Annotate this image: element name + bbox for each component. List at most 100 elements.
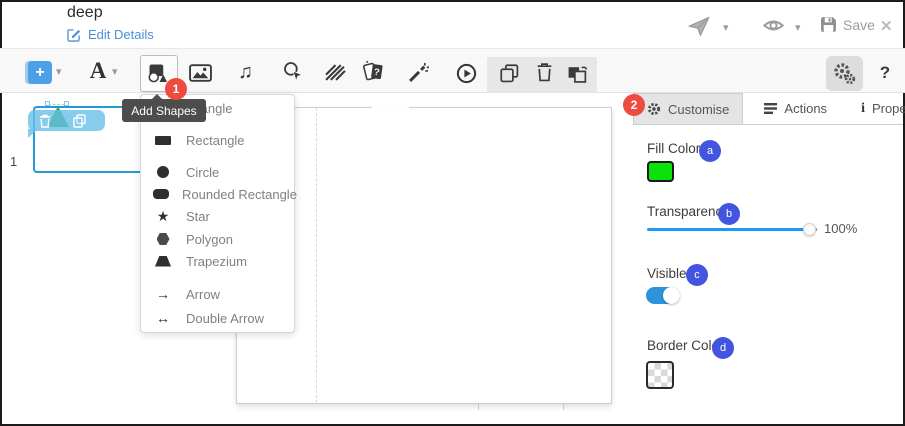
play-icon bbox=[456, 63, 477, 84]
tab-customise[interactable]: Customise bbox=[633, 93, 743, 124]
transparency-slider[interactable] bbox=[647, 223, 817, 236]
slide-number: 1 bbox=[10, 154, 17, 169]
interaction-tool-button[interactable] bbox=[283, 61, 304, 82]
page-title: deep bbox=[67, 4, 103, 22]
publish-caret-icon[interactable]: ▾ bbox=[723, 21, 729, 34]
fill-color-label: Fill Color bbox=[647, 141, 700, 156]
add-slide-button[interactable]: + bbox=[28, 61, 52, 84]
menu-item-rounded-rectangle[interactable]: Rounded Rectangle bbox=[141, 183, 294, 205]
step-badge-1: 1 bbox=[165, 78, 187, 100]
delete-button[interactable] bbox=[536, 62, 553, 82]
annotation-badge-c: c bbox=[686, 264, 708, 286]
duplicate-slide-button[interactable] bbox=[73, 114, 86, 128]
tooltip-text: Add Shapes bbox=[131, 104, 196, 118]
arrow-icon: → bbox=[153, 286, 173, 302]
selection-handle[interactable] bbox=[45, 101, 50, 106]
audio-tool-button[interactable]: ♫ bbox=[238, 61, 253, 84]
toolbar bbox=[0, 48, 905, 93]
save-label: Save bbox=[843, 17, 875, 33]
edit-details-button[interactable]: Edit Details bbox=[67, 27, 154, 42]
add-shapes-tooltip: Add Shapes bbox=[122, 99, 206, 122]
eye-icon bbox=[763, 17, 784, 34]
preview-caret-icon[interactable]: ▾ bbox=[795, 21, 801, 34]
gear-icon bbox=[647, 102, 661, 116]
tab-actions[interactable]: Actions bbox=[751, 93, 840, 124]
polygon-icon bbox=[153, 233, 173, 245]
annotation-badge-b: b bbox=[718, 203, 740, 225]
circle-icon bbox=[153, 166, 173, 178]
layers-icon bbox=[567, 63, 588, 83]
settings-button[interactable] bbox=[826, 56, 863, 91]
plus-icon: + bbox=[35, 64, 44, 82]
selection-handle[interactable] bbox=[64, 101, 69, 106]
delete-slide-button[interactable] bbox=[39, 114, 51, 128]
menu-item-arrow[interactable]: → Arrow bbox=[141, 283, 294, 305]
help-button[interactable]: ? bbox=[875, 61, 895, 85]
step-badge-2: 2 bbox=[623, 94, 645, 116]
close-button[interactable]: ✕ bbox=[880, 17, 893, 35]
menu-item-polygon[interactable]: Polygon bbox=[141, 228, 294, 250]
toggle-knob bbox=[663, 287, 680, 304]
transparency-label: Transparency bbox=[647, 204, 729, 219]
border-color-swatch[interactable] bbox=[646, 361, 674, 389]
duplicate-button[interactable] bbox=[500, 64, 519, 83]
save-icon bbox=[820, 16, 837, 33]
help-label: ? bbox=[880, 63, 890, 83]
trapezium-icon bbox=[153, 256, 173, 267]
menu-item-circle[interactable]: Circle bbox=[141, 161, 294, 183]
magic-tool-button[interactable] bbox=[408, 62, 429, 83]
annotation-badge-d: d bbox=[712, 337, 734, 359]
info-icon: i bbox=[861, 101, 865, 117]
star-icon: ★ bbox=[153, 208, 173, 225]
question-cards-icon: ? bbox=[363, 61, 386, 82]
slider-handle[interactable] bbox=[803, 223, 816, 236]
scribble-tool-button[interactable] bbox=[325, 64, 346, 81]
canvas-border-gap bbox=[372, 107, 409, 109]
send-icon bbox=[688, 16, 710, 36]
arrange-button[interactable] bbox=[567, 63, 588, 83]
rectangle-icon bbox=[153, 136, 173, 145]
fill-color-swatch[interactable] bbox=[647, 161, 674, 182]
slide-actions-popover bbox=[28, 110, 105, 131]
ruler-tick bbox=[478, 404, 479, 410]
scribble-icon bbox=[325, 64, 346, 81]
guide-line bbox=[316, 108, 317, 403]
copy-icon bbox=[73, 114, 86, 128]
edit-details-label: Edit Details bbox=[88, 27, 154, 42]
gears-icon bbox=[833, 62, 856, 85]
trash-icon bbox=[536, 62, 553, 82]
shapes-dropdown-menu: Triangle Rectangle Circle Rounded Rectan… bbox=[140, 94, 295, 333]
menu-item-star[interactable]: ★ Star bbox=[141, 205, 294, 227]
double-arrow-icon: ↔ bbox=[153, 310, 173, 326]
preview-button[interactable] bbox=[763, 17, 784, 34]
ruler-tick bbox=[563, 404, 564, 410]
play-button[interactable] bbox=[456, 63, 477, 84]
menu-item-rectangle[interactable]: Rectangle bbox=[141, 129, 294, 151]
menu-item-trapezium[interactable]: Trapezium bbox=[141, 250, 294, 272]
text-tool-caret-icon[interactable]: ▾ bbox=[112, 65, 118, 78]
click-pointer-icon bbox=[283, 61, 304, 82]
editor-window: deep Edit Details ▾ ▾ Save ✕ + ▾ A ▾ bbox=[0, 0, 905, 426]
shapes-icon bbox=[148, 64, 170, 83]
image-tool-button[interactable] bbox=[189, 64, 212, 82]
visible-label: Visible bbox=[647, 266, 687, 281]
publish-button[interactable] bbox=[688, 16, 710, 36]
image-icon bbox=[189, 64, 212, 82]
slider-track[interactable] bbox=[647, 228, 817, 231]
text-tool-label: A bbox=[90, 58, 107, 84]
list-icon bbox=[764, 103, 777, 114]
add-slide-caret-icon[interactable]: ▾ bbox=[56, 65, 62, 78]
tab-properties[interactable]: i Properties bbox=[848, 93, 905, 124]
edit-pencil-icon bbox=[67, 28, 81, 42]
quiz-tool-button[interactable]: ? bbox=[363, 61, 386, 82]
trash-icon bbox=[39, 114, 51, 128]
magic-wand-icon bbox=[408, 62, 429, 83]
text-tool-button[interactable]: A bbox=[86, 56, 110, 86]
menu-item-double-arrow[interactable]: ↔ Double Arrow bbox=[141, 307, 294, 329]
transparency-value: 100% bbox=[824, 221, 857, 236]
save-button[interactable]: Save bbox=[820, 16, 875, 33]
rounded-rectangle-icon bbox=[153, 189, 169, 199]
music-note-icon: ♫ bbox=[238, 61, 253, 84]
inspector-tabs: Customise Actions i Properties bbox=[633, 93, 903, 125]
visible-toggle[interactable] bbox=[646, 287, 680, 304]
